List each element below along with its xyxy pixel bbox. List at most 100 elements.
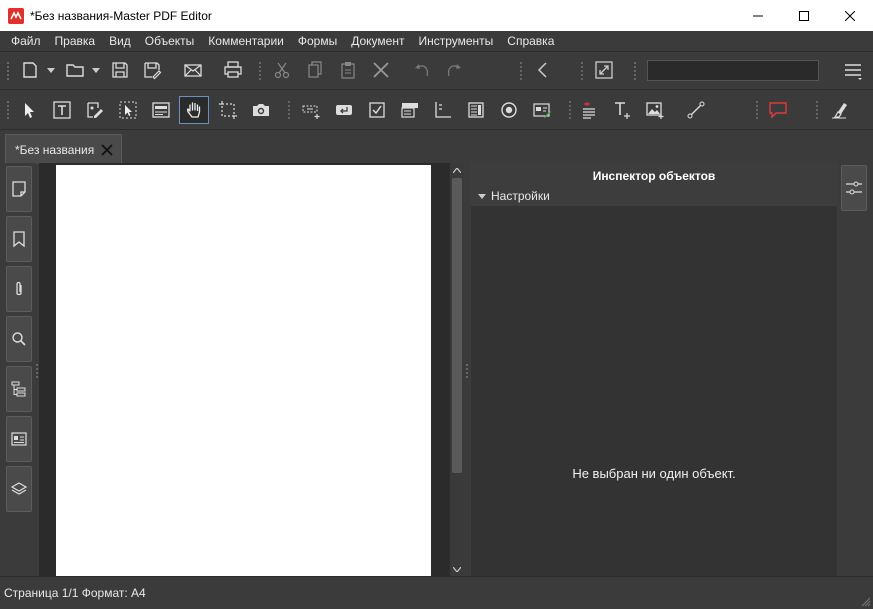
eraser-icon	[832, 103, 847, 119]
inspector-settings-section[interactable]: Настройки	[471, 186, 837, 206]
new-document-dropdown[interactable]	[46, 57, 56, 83]
edit-object-icon	[152, 102, 170, 118]
menu-help[interactable]: Справка	[500, 31, 561, 51]
sidebar-form-fields-button[interactable]	[6, 416, 32, 462]
cut-icon	[274, 62, 290, 79]
minimize-button[interactable]	[735, 0, 781, 31]
scroll-thumb[interactable]	[452, 178, 462, 473]
menu-view[interactable]: Вид	[102, 31, 138, 51]
text-field-button[interactable]	[298, 97, 324, 123]
toolbar-grip[interactable]	[633, 61, 637, 81]
inspector-toggle-button[interactable]	[841, 165, 867, 211]
menu-file[interactable]: Файл	[4, 31, 48, 51]
list-field-button[interactable]	[463, 97, 489, 123]
menu-edit[interactable]: Правка	[48, 31, 103, 51]
edit-object-button[interactable]	[148, 97, 174, 123]
undo-icon	[415, 64, 429, 77]
cut-button[interactable]	[269, 57, 295, 83]
edit-text-button[interactable]	[49, 97, 75, 123]
add-text-button[interactable]	[609, 97, 635, 123]
scroll-down-button[interactable]	[450, 562, 464, 576]
menu-comments[interactable]: Комментарии	[201, 31, 291, 51]
line-button[interactable]	[683, 97, 709, 123]
menu-forms[interactable]: Формы	[291, 31, 344, 51]
menu-tools[interactable]: Инструменты	[411, 31, 500, 51]
toolbar-grip[interactable]	[815, 100, 819, 120]
email-button[interactable]	[180, 57, 206, 83]
toolbar-grip[interactable]	[580, 61, 584, 81]
snapshot-icon	[253, 104, 269, 116]
save-button[interactable]	[107, 57, 133, 83]
eraser-button[interactable]	[826, 97, 852, 123]
main-menu-button[interactable]	[840, 57, 866, 83]
document-view[interactable]	[39, 163, 449, 576]
pdf-page[interactable]	[56, 165, 431, 576]
button-field-button[interactable]	[331, 97, 357, 123]
maximize-button[interactable]	[781, 0, 827, 31]
document-tab[interactable]: *Без названия	[5, 134, 122, 164]
window-title: *Без названия-Master PDF Editor	[30, 8, 212, 23]
open-dropdown[interactable]	[91, 57, 101, 83]
sidebar-search-button[interactable]	[6, 316, 32, 362]
signature-icon	[533, 103, 551, 118]
back-button[interactable]	[530, 57, 556, 83]
delete-button[interactable]	[368, 57, 394, 83]
menu-bar: Файл Правка Вид Объекты Комментарии Форм…	[0, 31, 873, 51]
hamburger-menu-icon	[845, 64, 862, 80]
comment-button[interactable]	[765, 97, 791, 123]
sidebar-bookmarks-button[interactable]	[6, 216, 32, 262]
toolbar-grip[interactable]	[519, 61, 523, 81]
checkbox-field-button[interactable]	[364, 97, 390, 123]
search-input[interactable]	[654, 61, 813, 80]
pages-icon	[12, 181, 26, 197]
menu-document[interactable]: Документ	[344, 31, 411, 51]
new-document-button[interactable]	[17, 57, 43, 83]
toolbar-grip[interactable]	[287, 100, 291, 120]
snapshot-button[interactable]	[248, 97, 274, 123]
copy-button[interactable]	[302, 57, 328, 83]
save-as-button[interactable]	[139, 57, 165, 83]
paste-button[interactable]	[335, 57, 361, 83]
status-bar: Страница 1/1 Формат: A4	[0, 576, 873, 609]
select-object-button[interactable]	[115, 97, 141, 123]
inspector-section-label: Настройки	[491, 189, 550, 203]
toolbar-grip[interactable]	[258, 61, 262, 81]
scroll-up-button[interactable]	[450, 163, 464, 177]
open-button[interactable]	[62, 57, 88, 83]
redo-button[interactable]	[441, 57, 467, 83]
sidebar-attachments-button[interactable]	[6, 266, 32, 312]
listbox-field-button[interactable]	[430, 97, 456, 123]
sidebar-structure-button[interactable]	[6, 366, 32, 412]
edit-forms-button[interactable]	[82, 97, 108, 123]
tab-close-icon[interactable]	[101, 144, 113, 156]
sticky-note-button[interactable]	[576, 97, 602, 123]
undo-button[interactable]	[409, 57, 435, 83]
combobox-field-button[interactable]	[397, 97, 423, 123]
add-image-button[interactable]	[642, 97, 668, 123]
toolbar-grip[interactable]	[6, 100, 10, 120]
select-tool-button[interactable]	[16, 97, 42, 123]
document-tab-strip: *Без названия	[0, 129, 873, 164]
object-inspector-panel: Инспектор объектов Настройки Не выбран н…	[470, 163, 838, 576]
vertical-scrollbar[interactable]	[449, 163, 464, 576]
sidebar-layers-button[interactable]	[6, 466, 32, 512]
chevron-down-icon	[453, 566, 461, 572]
splitter-grip[interactable]	[465, 363, 469, 379]
status-text: Страница 1/1 Формат: A4	[4, 586, 146, 600]
copy-icon	[308, 61, 322, 78]
signature-field-button[interactable]	[529, 97, 555, 123]
toolbar-grip[interactable]	[755, 100, 759, 120]
toolbar-grip[interactable]	[568, 100, 572, 120]
print-button[interactable]	[220, 57, 246, 83]
close-button[interactable]	[827, 0, 873, 31]
radio-field-button[interactable]	[496, 97, 522, 123]
toolbar-grip[interactable]	[6, 61, 10, 81]
fit-page-button[interactable]	[591, 57, 617, 83]
sidebar-pages-button[interactable]	[6, 166, 32, 212]
resize-grip-icon[interactable]	[861, 597, 871, 607]
print-icon	[224, 61, 242, 78]
crop-button[interactable]	[215, 97, 241, 123]
menu-objects[interactable]: Объекты	[138, 31, 202, 51]
chevron-down-icon	[92, 67, 100, 73]
hand-tool-button[interactable]	[179, 96, 209, 124]
